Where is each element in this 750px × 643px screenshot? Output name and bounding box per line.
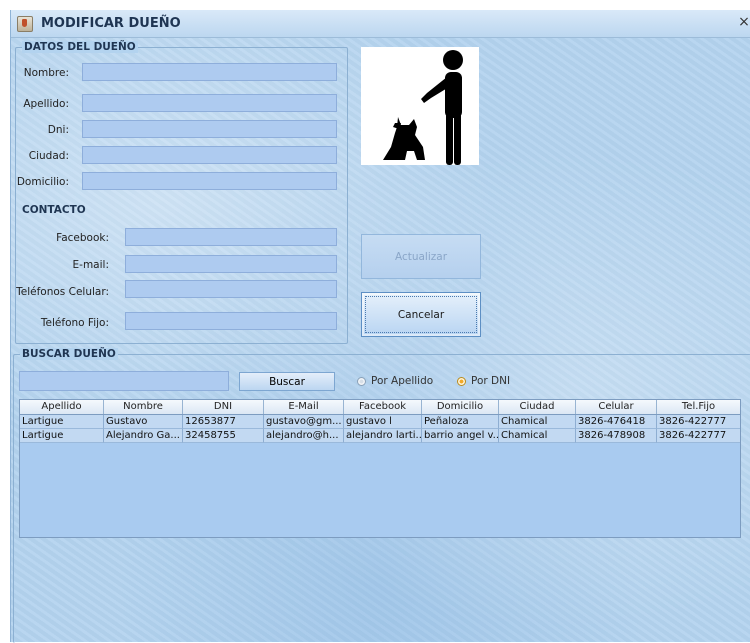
email-label: E-mail:	[72, 259, 109, 271]
facebook-input[interactable]	[126, 229, 342, 245]
table-cell: gustavo l	[344, 415, 422, 429]
radio-por-dni[interactable]: Por DNI	[457, 375, 510, 387]
email-field[interactable]	[125, 255, 342, 273]
buscar-button[interactable]: Buscar	[239, 372, 335, 391]
table-cell: barrio angel v...	[422, 429, 499, 443]
table-cell: 12653877	[183, 415, 264, 429]
domicilio-label: Domicilio:	[16, 176, 69, 188]
nombre-field[interactable]	[82, 63, 342, 81]
table-body: Lartigue Gustavo 12653877 gustavo@gm... …	[20, 415, 740, 443]
ciudad-label: Ciudad:	[28, 150, 69, 162]
ciudad-input[interactable]	[83, 147, 342, 163]
email-input[interactable]	[126, 256, 342, 272]
nombre-input[interactable]	[83, 64, 342, 80]
owner-picture	[361, 47, 479, 165]
col-ciudad[interactable]: Ciudad	[499, 400, 576, 414]
celular-field[interactable]	[125, 280, 342, 298]
results-table[interactable]: Apellido Nombre DNI E-Mail Facebook Domi…	[19, 399, 741, 538]
apellido-input[interactable]	[83, 95, 342, 111]
datos-group: DATOS DEL DUEÑO	[15, 41, 348, 344]
col-apellido[interactable]: Apellido	[20, 400, 104, 414]
modificar-dueno-window: MODIFICAR DUEÑO × DATOS DEL DUEÑO Nombre…	[10, 10, 750, 643]
celular-label: Teléfonos Celular:	[16, 286, 109, 298]
col-domicilio[interactable]: Domicilio	[422, 400, 499, 414]
ciudad-field[interactable]	[82, 146, 342, 164]
person-with-dog-icon	[383, 50, 463, 165]
col-email[interactable]: E-Mail	[264, 400, 344, 414]
table-cell: 3826-422777	[657, 415, 740, 429]
table-row[interactable]: Lartigue Alejandro Ga... 32458755 alejan…	[20, 429, 740, 443]
col-nombre[interactable]: Nombre	[104, 400, 183, 414]
title-bar[interactable]: MODIFICAR DUEÑO ×	[11, 10, 750, 38]
java-cup-icon	[17, 16, 33, 32]
contacto-title: CONTACTO	[22, 204, 86, 216]
apellido-field[interactable]	[82, 94, 342, 112]
table-cell: Alejandro Ga...	[104, 429, 183, 443]
table-cell: gustavo@gm...	[264, 415, 344, 429]
telefono-fijo-input[interactable]	[126, 313, 342, 329]
radio-por-dni-dot[interactable]	[457, 376, 466, 386]
facebook-label: Facebook:	[56, 232, 109, 244]
col-facebook[interactable]: Facebook	[344, 400, 422, 414]
nombre-label: Nombre:	[23, 67, 69, 79]
table-row[interactable]: Lartigue Gustavo 12653877 gustavo@gm... …	[20, 415, 740, 429]
radio-por-apellido-label: Por Apellido	[371, 375, 434, 387]
table-cell: 3826-476418	[576, 415, 657, 429]
domicilio-field[interactable]	[82, 172, 342, 190]
table-cell: 32458755	[183, 429, 264, 443]
datos-group-title: DATOS DEL DUEÑO	[22, 41, 138, 53]
radio-por-apellido[interactable]: Por Apellido	[357, 375, 433, 387]
dni-label: Dni:	[47, 124, 69, 136]
close-icon[interactable]: ×	[737, 14, 750, 30]
table-cell: Gustavo	[104, 415, 183, 429]
facebook-field[interactable]	[125, 228, 342, 246]
table-cell: Lartigue	[20, 429, 104, 443]
table-cell: alejandro@h...	[264, 429, 344, 443]
telefono-fijo-field[interactable]	[125, 312, 342, 330]
table-cell: Chamical	[499, 415, 576, 429]
table-cell: Peñaloza	[422, 415, 499, 429]
col-celular[interactable]: Celular	[576, 400, 657, 414]
apellido-label: Apellido:	[23, 98, 69, 110]
radio-por-apellido-dot[interactable]	[357, 376, 366, 386]
radio-por-dni-label: Por DNI	[471, 375, 511, 387]
table-cell: Lartigue	[20, 415, 104, 429]
buscar-input[interactable]	[20, 372, 234, 390]
col-dni[interactable]: DNI	[183, 400, 264, 414]
dni-input[interactable]	[83, 121, 342, 137]
cancelar-button[interactable]: Cancelar	[361, 292, 481, 337]
actualizar-button[interactable]: Actualizar	[361, 234, 481, 279]
buscar-field[interactable]	[19, 371, 234, 391]
window-title: MODIFICAR DUEÑO	[41, 16, 181, 31]
table-cell: Chamical	[499, 429, 576, 443]
table-cell: alejandro larti...	[344, 429, 422, 443]
celular-input[interactable]	[126, 281, 342, 297]
col-telfijo[interactable]: Tel.Fijo	[657, 400, 740, 414]
telefono-fijo-label: Teléfono Fijo:	[40, 317, 109, 329]
buscar-group-title: BUSCAR DUEÑO	[20, 348, 118, 360]
domicilio-input[interactable]	[83, 173, 342, 189]
table-cell: 3826-478908	[576, 429, 657, 443]
table-header: Apellido Nombre DNI E-Mail Facebook Domi…	[20, 400, 740, 415]
dni-field[interactable]	[82, 120, 342, 138]
table-cell: 3826-422777	[657, 429, 740, 443]
